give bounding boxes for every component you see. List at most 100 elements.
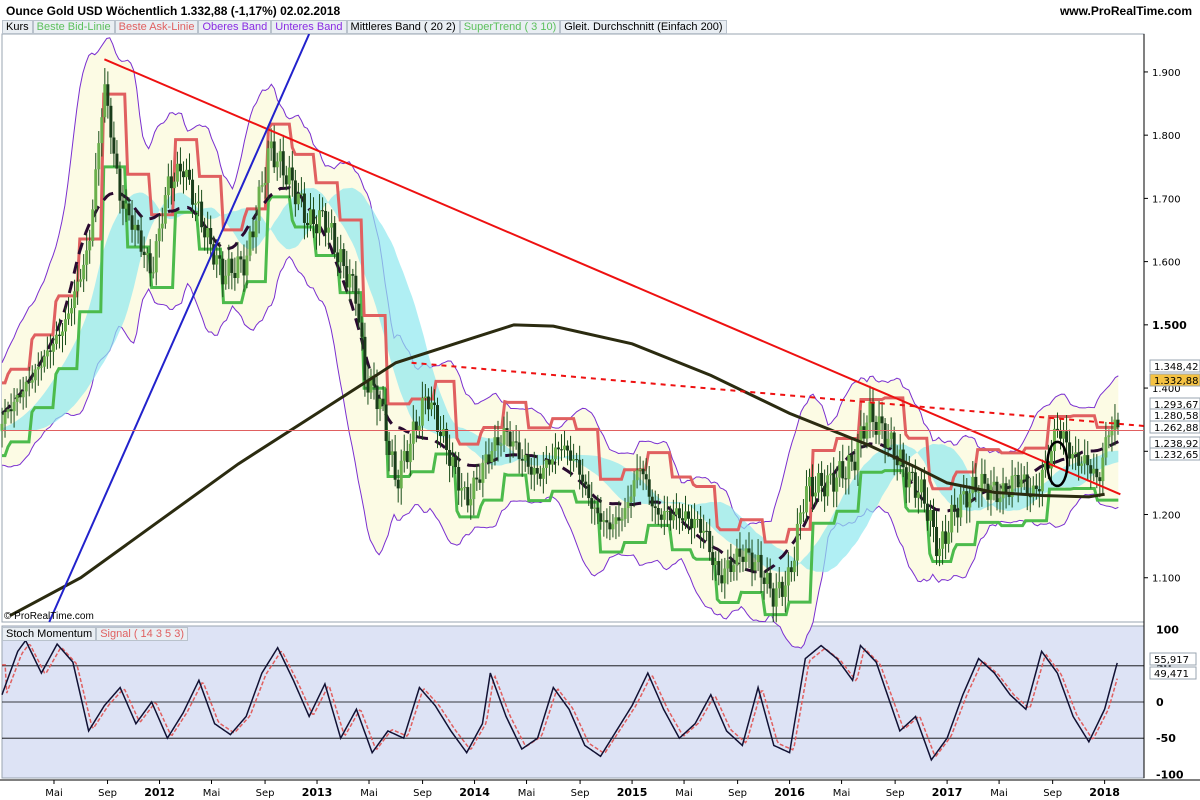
candle-body-76 — [230, 258, 234, 273]
candle-body-208 — [629, 496, 633, 502]
candle-body-250 — [756, 554, 760, 563]
candle-body-23 — [70, 308, 74, 314]
candle-body-150 — [454, 456, 458, 468]
candle-body-181 — [547, 459, 551, 465]
candle-body-97 — [293, 180, 297, 205]
candle-body-20 — [60, 331, 64, 336]
candle-body-289 — [874, 421, 878, 435]
legend-item-6[interactable]: SuperTrend ( 3 10) — [459, 20, 561, 34]
candle-body-348 — [1052, 428, 1056, 452]
candle-body-3 — [9, 409, 13, 412]
x-tick-label-6: Mai — [360, 788, 378, 799]
candle-body-254 — [768, 572, 772, 589]
y-tick-label-1: 1.800 — [1152, 131, 1181, 142]
candle-body-25 — [76, 281, 80, 292]
candle-body-179 — [541, 467, 545, 479]
candle-body-143 — [432, 402, 436, 406]
candle-body-366 — [1107, 435, 1111, 438]
candle-body-54 — [163, 195, 167, 224]
candle-body-349 — [1055, 428, 1059, 430]
candle-body-84 — [254, 220, 258, 238]
legend-item-7[interactable]: Gleit. Durchschnitt (Einfach 200) — [560, 20, 727, 34]
candle-body-355 — [1074, 452, 1078, 455]
candle-body-99 — [299, 193, 303, 195]
candle-body-39 — [118, 168, 122, 201]
candle-body-285 — [862, 426, 866, 439]
candle-body-40 — [121, 200, 125, 209]
candle-body-271 — [820, 472, 824, 486]
candle-body-64 — [194, 203, 198, 205]
candle-body-194 — [587, 484, 591, 499]
candle-body-306 — [925, 503, 929, 521]
candle-body-320 — [968, 493, 972, 508]
candle-body-102 — [308, 209, 312, 226]
candle-body-1 — [3, 412, 7, 424]
osc-legend-item-0[interactable]: Stoch Momentum — [2, 627, 97, 641]
x-tick-label-19: Sep — [1043, 788, 1062, 799]
candle-body-197 — [596, 507, 600, 514]
legend-item-4[interactable]: Unteres Band — [271, 20, 347, 34]
candle-body-104 — [315, 224, 319, 234]
candle-body-92 — [278, 151, 282, 162]
candle-body-265 — [801, 512, 805, 514]
candle-body-160 — [484, 454, 488, 463]
candle-body-173 — [523, 454, 527, 461]
candle-body-316 — [956, 509, 960, 518]
candle-body-183 — [553, 447, 557, 460]
candle-body-156 — [472, 477, 476, 500]
candle-body-257 — [777, 581, 781, 589]
candle-body-315 — [953, 504, 957, 510]
legend-item-3[interactable]: Oberes Band — [198, 20, 272, 34]
candle-body-210 — [635, 470, 639, 481]
candle-body-209 — [632, 480, 636, 497]
candle-body-283 — [856, 442, 860, 471]
osc-tick-label-0: 100 — [1156, 624, 1179, 637]
candle-body-301 — [910, 471, 914, 473]
candle-body-229 — [693, 519, 697, 529]
candle-body-361 — [1092, 468, 1096, 474]
candle-body-204 — [617, 517, 621, 521]
gold-chart: 1.9001.8001.7001.6001.5001.4001.3001.200… — [0, 33, 1200, 799]
x-tick-label-8: 2014 — [459, 786, 490, 799]
candle-body-362 — [1095, 468, 1099, 478]
candle-body-227 — [687, 511, 691, 519]
candle-body-273 — [826, 475, 830, 497]
candle-body-307 — [928, 510, 932, 521]
candle-body-109 — [330, 223, 334, 228]
osc-label-1: 49,471 — [1154, 669, 1189, 680]
candle-body-158 — [478, 479, 482, 483]
candle-body-141 — [426, 396, 430, 410]
candle-body-176 — [532, 468, 536, 475]
candle-body-15 — [45, 350, 49, 357]
candle-body-138 — [417, 425, 421, 431]
osc-legend-item-1[interactable]: Signal ( 14 3 5 3) — [96, 627, 188, 641]
candle-body-79 — [239, 256, 243, 260]
candle-body-245 — [741, 556, 745, 562]
candle-body-252 — [762, 577, 766, 584]
legend-item-2[interactable]: Beste Ask-Linie — [114, 20, 199, 34]
candle-body-260 — [786, 567, 790, 586]
price-label-0: 1.348,42 — [1154, 362, 1199, 373]
candle-body-19 — [57, 334, 61, 336]
x-tick-label-20: 2018 — [1089, 786, 1120, 799]
candle-body-44 — [133, 224, 137, 230]
candle-body-132 — [399, 460, 403, 489]
candle-body-151 — [457, 467, 461, 491]
legend-item-1[interactable]: Beste Bid-Linie — [32, 20, 115, 34]
legend-item-0[interactable]: Kurs — [2, 20, 33, 34]
candle-body-343 — [1037, 489, 1041, 492]
candle-body-67 — [203, 227, 207, 238]
candle-body-331 — [1001, 483, 1005, 499]
candle-body-47 — [142, 251, 146, 256]
x-tick-label-7: Sep — [413, 788, 432, 799]
candle-body-52 — [157, 228, 161, 242]
candle-body-186 — [563, 445, 567, 450]
candle-body-78 — [236, 256, 240, 278]
candle-body-216 — [653, 506, 657, 509]
candle-body-360 — [1089, 465, 1093, 474]
candle-body-251 — [759, 554, 763, 578]
candle-body-131 — [396, 479, 400, 489]
y-tick-label-0: 1.900 — [1152, 68, 1181, 79]
x-tick-label-18: Mai — [990, 788, 1008, 799]
legend-item-5[interactable]: Mittleres Band ( 20 2) — [346, 20, 460, 34]
